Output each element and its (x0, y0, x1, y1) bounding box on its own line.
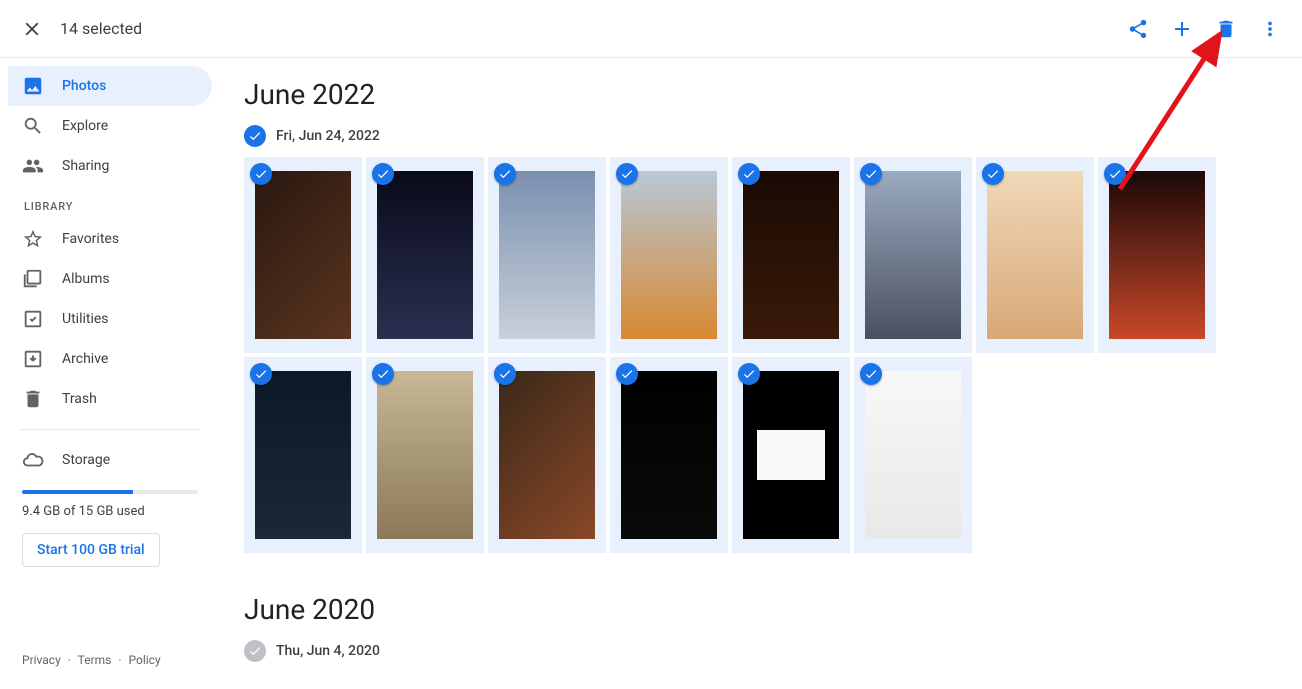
plus-icon (1170, 17, 1194, 41)
photo-select-check[interactable] (738, 363, 760, 385)
date-select-check[interactable] (244, 640, 266, 662)
share-button[interactable] (1118, 9, 1158, 49)
photo-select-check[interactable] (616, 163, 638, 185)
footer-privacy[interactable]: Privacy (22, 653, 61, 667)
month-header: June 2020 (244, 593, 1270, 626)
date-row[interactable]: Fri, Jun 24, 2022 (244, 125, 1270, 147)
photo-select-check[interactable] (1104, 163, 1126, 185)
photo-select-check[interactable] (250, 163, 272, 185)
library-section-label: LIBRARY (0, 186, 220, 219)
sidebar: Photos Explore Sharing LIBRARY Favorites… (0, 58, 220, 689)
more-vert-icon (1259, 18, 1281, 40)
footer-links: Privacy · Terms · Policy (0, 639, 220, 681)
sidebar-label: Favorites (62, 231, 119, 247)
sharing-icon (22, 155, 44, 177)
footer-policy[interactable]: Policy (128, 653, 160, 667)
date-label: Fri, Jun 24, 2022 (276, 128, 380, 144)
photo-thumbnail[interactable] (488, 157, 606, 353)
photo-thumbnail[interactable] (366, 157, 484, 353)
date-select-check[interactable] (244, 125, 266, 147)
storage-bar (22, 490, 198, 494)
sidebar-label: Archive (62, 351, 108, 367)
photo-thumbnail[interactable] (488, 357, 606, 553)
photo-thumbnail[interactable] (854, 357, 972, 553)
trash-icon (1215, 18, 1237, 40)
month-header: June 2022 (244, 78, 1270, 111)
close-button[interactable] (12, 9, 52, 49)
share-icon (1127, 18, 1149, 40)
photo-thumbnail[interactable] (244, 357, 362, 553)
sidebar-item-favorites[interactable]: Favorites (8, 219, 212, 259)
star-icon (22, 228, 44, 250)
sidebar-item-archive[interactable]: Archive (8, 339, 212, 379)
photo-thumbnail[interactable] (610, 357, 728, 553)
photo-thumbnail[interactable] (732, 157, 850, 353)
sidebar-item-trash[interactable]: Trash (8, 379, 212, 419)
photo-select-check[interactable] (494, 163, 516, 185)
more-button[interactable] (1250, 9, 1290, 49)
photo-select-check[interactable] (860, 363, 882, 385)
photo-thumbnail[interactable] (854, 157, 972, 353)
photo-thumbnail[interactable] (244, 157, 362, 353)
sidebar-label: Explore (62, 118, 108, 134)
photo-select-check[interactable] (982, 163, 1004, 185)
sidebar-item-explore[interactable]: Explore (8, 106, 212, 146)
photo-thumbnail[interactable] (366, 357, 484, 553)
photo-select-check[interactable] (860, 163, 882, 185)
photo-icon (22, 75, 44, 97)
sidebar-item-photos[interactable]: Photos (8, 66, 212, 106)
sidebar-item-sharing[interactable]: Sharing (8, 146, 212, 186)
trash-icon (22, 388, 44, 410)
close-icon (21, 18, 43, 40)
photo-select-check[interactable] (738, 163, 760, 185)
photo-thumbnail[interactable] (610, 157, 728, 353)
sidebar-label: Utilities (62, 311, 109, 327)
photo-thumbnail[interactable] (1098, 157, 1216, 353)
photo-thumbnail[interactable] (732, 357, 850, 553)
album-icon (22, 268, 44, 290)
utilities-icon (22, 308, 44, 330)
storage-text: 9.4 GB of 15 GB used (22, 504, 198, 519)
sidebar-label: Albums (62, 271, 110, 287)
sidebar-item-storage[interactable]: Storage (8, 440, 212, 480)
storage-trial-button[interactable]: Start 100 GB trial (22, 533, 160, 567)
sidebar-label: Storage (62, 452, 110, 468)
cloud-icon (22, 449, 44, 471)
sidebar-item-utilities[interactable]: Utilities (8, 299, 212, 339)
footer-terms[interactable]: Terms (78, 653, 112, 667)
main-content[interactable]: June 2022 Fri, Jun 24, 2022 June 2020 Thu, … (220, 58, 1302, 689)
photo-select-check[interactable] (494, 363, 516, 385)
add-button[interactable] (1162, 9, 1202, 49)
date-label: Thu, Jun 4, 2020 (276, 643, 380, 659)
sidebar-label: Photos (62, 78, 106, 94)
sidebar-label: Trash (62, 391, 97, 407)
photo-grid (244, 157, 1270, 553)
delete-button[interactable] (1206, 9, 1246, 49)
date-row[interactable]: Thu, Jun 4, 2020 (244, 640, 1270, 662)
topbar: 14 selected (0, 0, 1302, 58)
sidebar-label: Sharing (62, 158, 109, 174)
archive-icon (22, 348, 44, 370)
photo-select-check[interactable] (372, 363, 394, 385)
photo-thumbnail[interactable] (976, 157, 1094, 353)
photo-select-check[interactable] (372, 163, 394, 185)
photo-select-check[interactable] (616, 363, 638, 385)
sidebar-item-albums[interactable]: Albums (8, 259, 212, 299)
search-icon (22, 115, 44, 137)
selection-count: 14 selected (60, 19, 1118, 38)
photo-select-check[interactable] (250, 363, 272, 385)
